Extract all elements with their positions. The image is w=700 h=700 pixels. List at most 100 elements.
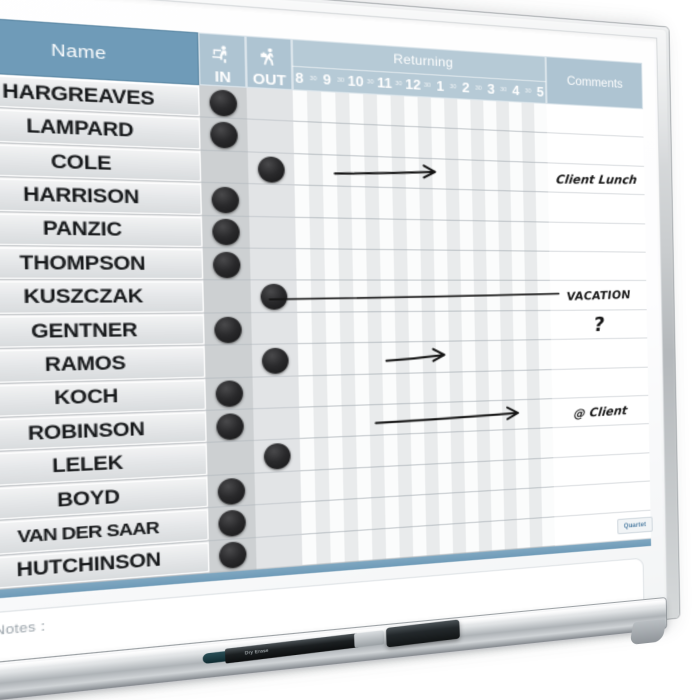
status-magnet[interactable] bbox=[260, 283, 288, 310]
time-band bbox=[464, 492, 479, 524]
in-cell[interactable] bbox=[206, 409, 254, 444]
returning-time-cell[interactable] bbox=[301, 517, 555, 567]
returning-time-cell[interactable] bbox=[301, 487, 555, 535]
out-cell[interactable] bbox=[246, 87, 294, 123]
status-magnet[interactable] bbox=[218, 509, 247, 538]
status-magnet[interactable] bbox=[214, 316, 242, 343]
time-band bbox=[368, 374, 384, 406]
in-cell[interactable] bbox=[202, 248, 251, 281]
time-band bbox=[325, 280, 340, 313]
comment-cell[interactable]: ? bbox=[0, 310, 648, 350]
time-band bbox=[351, 218, 367, 250]
arrowhead bbox=[507, 407, 518, 419]
returning-time-cell[interactable] bbox=[297, 340, 552, 377]
time-band bbox=[515, 429, 529, 461]
comment-cell[interactable] bbox=[0, 510, 651, 593]
in-cell[interactable] bbox=[203, 280, 252, 314]
returning-time-cell[interactable] bbox=[297, 310, 552, 345]
comment-cell[interactable]: VACATION bbox=[0, 281, 647, 316]
time-band bbox=[384, 466, 399, 498]
status-magnet[interactable] bbox=[261, 347, 289, 374]
in-cell[interactable] bbox=[208, 537, 257, 574]
returning-time-cell[interactable] bbox=[296, 280, 551, 313]
comment-cell[interactable] bbox=[0, 251, 647, 282]
comment-cell[interactable] bbox=[0, 192, 646, 225]
status-magnet[interactable] bbox=[212, 251, 241, 278]
status-magnet[interactable] bbox=[209, 88, 238, 117]
out-cell[interactable] bbox=[251, 344, 299, 378]
status-magnet[interactable] bbox=[217, 477, 246, 505]
returning-time-cell[interactable] bbox=[295, 217, 550, 252]
in-cell[interactable] bbox=[201, 215, 250, 249]
name-tile[interactable]: HARGREAVES bbox=[0, 73, 200, 117]
in-cell[interactable] bbox=[199, 117, 248, 153]
in-cell[interactable] bbox=[201, 183, 250, 217]
returning-time-cell[interactable] bbox=[293, 153, 549, 193]
in-cell[interactable] bbox=[206, 441, 255, 477]
name-tile[interactable]: BOYD bbox=[0, 477, 209, 523]
out-cell[interactable] bbox=[254, 471, 302, 506]
comment-cell[interactable] bbox=[0, 367, 649, 420]
name-tile[interactable]: ROBINSON bbox=[0, 412, 207, 453]
comment-cell[interactable] bbox=[0, 424, 650, 489]
name-tile[interactable]: KOCH bbox=[0, 379, 207, 419]
status-magnet[interactable] bbox=[263, 442, 291, 471]
out-cell[interactable] bbox=[249, 216, 296, 250]
comment-cell[interactable]: @ Client bbox=[0, 395, 649, 455]
comment-cell[interactable]: Client Lunch bbox=[0, 163, 645, 196]
in-cell[interactable] bbox=[205, 377, 254, 412]
out-cell[interactable] bbox=[255, 502, 302, 538]
out-cell[interactable] bbox=[247, 120, 294, 154]
comment-cell[interactable] bbox=[0, 481, 651, 559]
name-tile[interactable]: LELEK bbox=[0, 444, 208, 488]
name-tile[interactable]: HARRISON bbox=[0, 177, 202, 215]
name-tile[interactable]: GENTNER bbox=[0, 314, 205, 349]
out-cell[interactable] bbox=[247, 152, 295, 186]
status-magnet[interactable] bbox=[216, 412, 245, 441]
name-tile[interactable]: VAN DER SAAR bbox=[0, 509, 209, 557]
name-tile[interactable]: RAMOS bbox=[0, 347, 206, 384]
returning-time-cell[interactable] bbox=[298, 369, 553, 408]
returning-time-cell[interactable] bbox=[293, 122, 548, 164]
status-magnet[interactable] bbox=[218, 541, 247, 570]
name-tile[interactable]: COLE bbox=[0, 142, 202, 182]
status-magnet[interactable] bbox=[257, 155, 285, 183]
returning-time-cell[interactable] bbox=[299, 399, 553, 440]
status-magnet[interactable] bbox=[210, 121, 238, 149]
out-cell[interactable] bbox=[250, 280, 298, 314]
out-cell[interactable] bbox=[248, 184, 296, 218]
time-band bbox=[539, 369, 553, 400]
name-tile[interactable]: KUSZCZAK bbox=[0, 281, 205, 315]
name-tile[interactable]: THOMPSON bbox=[0, 247, 204, 280]
comment-cell[interactable] bbox=[0, 133, 645, 167]
returning-time-cell[interactable] bbox=[299, 428, 554, 472]
out-cell[interactable] bbox=[249, 248, 297, 281]
comment-cell[interactable] bbox=[0, 338, 648, 385]
out-cell[interactable] bbox=[255, 534, 303, 570]
status-magnet[interactable] bbox=[211, 186, 240, 214]
in-cell[interactable] bbox=[207, 473, 256, 509]
comment-cell[interactable] bbox=[0, 104, 644, 138]
in-cell[interactable] bbox=[204, 313, 252, 346]
out-cell[interactable] bbox=[253, 439, 301, 474]
returning-time-cell[interactable] bbox=[292, 90, 548, 134]
out-cell[interactable] bbox=[253, 407, 300, 442]
out-cell[interactable] bbox=[252, 376, 300, 410]
status-magnet[interactable] bbox=[212, 218, 240, 246]
time-band bbox=[340, 374, 356, 407]
returning-time-cell[interactable] bbox=[295, 249, 550, 282]
comment-cell[interactable] bbox=[0, 222, 646, 253]
returning-time-cell[interactable] bbox=[294, 185, 549, 223]
out-cell[interactable] bbox=[251, 312, 298, 346]
in-cell[interactable] bbox=[200, 150, 249, 185]
comment-cell[interactable] bbox=[0, 453, 650, 524]
name-tile[interactable]: PANZIC bbox=[0, 212, 203, 248]
name-tile[interactable]: HUTCHINSON bbox=[0, 542, 210, 592]
table-row: HARRISON bbox=[0, 176, 646, 225]
status-magnet[interactable] bbox=[215, 380, 244, 408]
in-cell[interactable] bbox=[204, 345, 253, 379]
returning-time-cell[interactable] bbox=[300, 458, 554, 503]
name-tile[interactable]: LAMPARD bbox=[0, 107, 201, 150]
in-cell[interactable] bbox=[208, 505, 256, 541]
in-cell[interactable] bbox=[199, 85, 248, 121]
